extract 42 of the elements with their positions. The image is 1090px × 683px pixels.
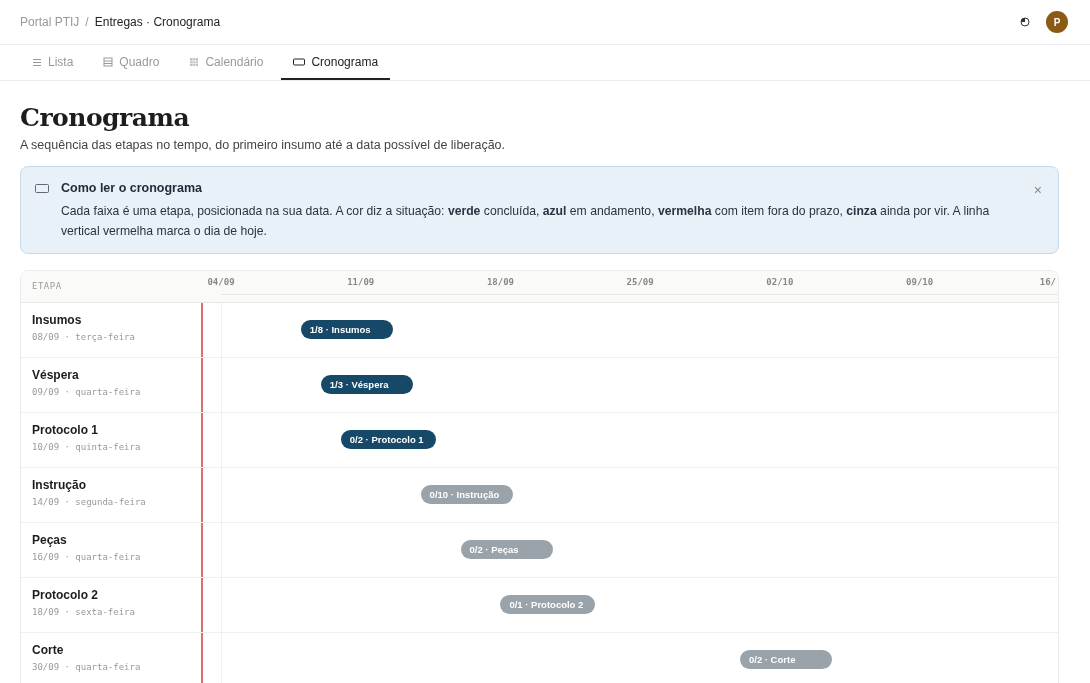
page-title: Cronograma — [20, 103, 191, 132]
stage-bar[interactable]: 1/3 · Véspera — [320, 375, 413, 394]
stage-name: Peças — [32, 533, 68, 547]
date-tick: 18/09 — [486, 277, 514, 287]
date-tick: 25/09 — [626, 277, 654, 287]
stage-date: 30/09 · quarta-feira — [32, 662, 142, 672]
stage-date: 14/09 · segunda-feira — [32, 497, 147, 507]
close-button[interactable]: × — [1033, 181, 1042, 199]
stage-bar[interactable]: 0/10 · Instrução — [420, 485, 513, 504]
stage-bar[interactable]: 0/2 · Corte — [739, 650, 832, 669]
date-tick: 16/ — [1039, 277, 1056, 287]
breadcrumb-current: Entregas · Cronograma — [94, 15, 221, 29]
banner-text: Cada faixa é uma etapa, posicionada na sua data. A cor diz a situação: verde concluída, azul em andamento, vermelha com item fora do prazo, cinza ainda por vir. A linha vertical vermelha marca o dia de hoje. — [61, 203, 991, 240]
stage-name: Protocolo 2 — [32, 588, 99, 602]
stage-date: 10/09 · quinta-feira — [32, 442, 142, 452]
stage-bar[interactable]: 0/2 · Protocolo 1 — [340, 430, 436, 449]
date-tick: 04/09 — [207, 277, 235, 287]
stage-name: Insumos — [32, 313, 83, 327]
page-subtitle: A sequência das etapas no tempo, do primeiro insumo até a data possível de liberação. — [20, 138, 507, 152]
stage-bar[interactable]: 0/2 · Peças — [460, 540, 553, 559]
view-tab[interactable]: Calendário — [177, 45, 276, 80]
user-avatar[interactable]: P — [1046, 11, 1068, 33]
banner-title: Como ler o cronograma — [61, 181, 203, 195]
date-tick: 11/09 — [347, 277, 375, 287]
breadcrumb-link[interactable]: Portal PTIJ — [20, 15, 80, 29]
view-tab[interactable]: Quadro — [91, 45, 172, 80]
stage-date: 09/09 · quarta-feira — [32, 387, 142, 397]
column-header: ETAPA — [31, 280, 63, 293]
breadcrumb-separator: / — [85, 15, 89, 29]
stage-date: 16/09 · quarta-feira — [32, 552, 142, 562]
date-tick: 09/10 — [906, 277, 934, 287]
view-tab[interactable]: Cronograma — [281, 45, 391, 80]
view-tab[interactable]: Lista — [20, 45, 86, 80]
stage-bar[interactable]: 1/8 · Insumos — [300, 320, 393, 339]
stage-date: 08/09 · terça-feira — [32, 332, 136, 342]
stage-name: Protocolo 1 — [32, 423, 99, 437]
stage-date: 18/09 · sexta-feira — [32, 607, 136, 617]
date-tick: 02/10 — [766, 277, 794, 287]
stage-name: Instrução — [32, 478, 87, 492]
stage-name: Corte — [32, 643, 65, 657]
stage-name: Véspera — [32, 368, 80, 382]
stage-bar[interactable]: 0/1 · Protocolo 2 — [500, 595, 596, 614]
